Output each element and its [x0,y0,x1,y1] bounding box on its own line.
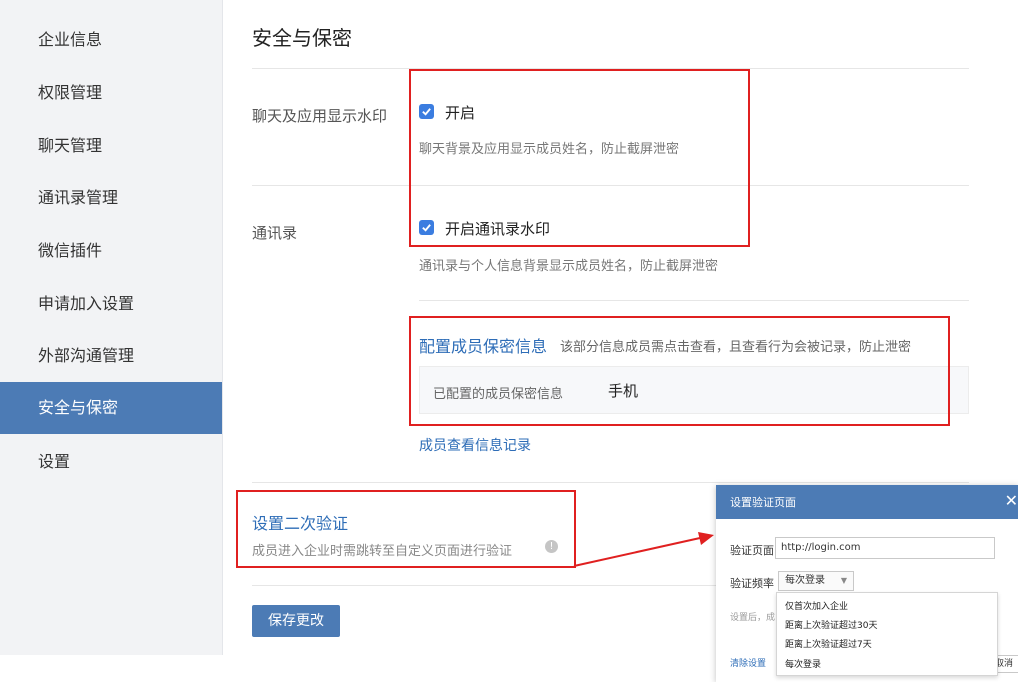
page-title: 安全与保密 [252,26,352,50]
divider [419,300,969,301]
verify-freq-dropdown: 仅首次加入企业 距离上次验证超过30天 距离上次验证超过7天 每次登录 [776,592,998,676]
highlight-box [236,490,576,568]
verify-page-input[interactable]: http://login.com [775,537,995,559]
watermark-label: 聊天及应用显示水印 [252,107,388,125]
close-icon[interactable]: ✕ [1005,491,1018,510]
sidebar-item-chat[interactable]: 聊天管理 [0,120,222,172]
sidebar-item-security[interactable]: 安全与保密 [0,382,222,434]
dropdown-option[interactable]: 距离上次验证超过30天 [785,618,877,631]
save-button[interactable]: 保存更改 [252,605,340,637]
sidebar-item-contacts[interactable]: 通讯录管理 [0,172,222,224]
verify-freq-label: 验证频率 [730,577,774,590]
cancel-button[interactable]: 取消 [996,655,1018,673]
arrow-annotation [573,532,714,567]
sidebar-item-wechat-plugin[interactable]: 微信插件 [0,225,222,277]
dialog-header: 设置验证页面 ✕ [716,485,1018,519]
verify-page-label: 验证页面 [730,544,774,557]
contacts-watermark-desc: 通讯录与个人信息背景显示成员姓名，防止截屏泄密 [419,259,719,274]
verify-freq-select[interactable]: 每次登录 ▼ [778,571,854,591]
contacts-label: 通讯录 [252,224,298,242]
dropdown-option[interactable]: 每次登录 [785,657,821,670]
sidebar-item-company-info[interactable]: 企业信息 [0,14,222,66]
dialog-note: 设置后，成 [730,613,776,623]
sidebar-item-external[interactable]: 外部沟通管理 [0,330,222,382]
dialog-title: 设置验证页面 [730,496,796,509]
highlight-box [409,69,750,247]
sidebar-item-permissions[interactable]: 权限管理 [0,67,222,119]
clear-settings-link[interactable]: 清除设置 [730,656,766,669]
chevron-down-icon: ▼ [840,576,847,585]
verify-freq-value: 每次登录 [785,575,825,586]
dropdown-option[interactable]: 距离上次验证超过7天 [785,637,872,650]
dropdown-option[interactable]: 仅首次加入企业 [785,599,848,612]
sidebar-item-join-settings[interactable]: 申请加入设置 [0,278,222,330]
highlight-box [409,316,950,426]
sidebar-item-settings[interactable]: 设置 [0,436,222,488]
divider [252,482,969,483]
sidebar: 企业信息 权限管理 聊天管理 通讯录管理 微信插件 申请加入设置 外部沟通管理 … [0,0,223,655]
member-view-log-link[interactable]: 成员查看信息记录 [419,435,531,455]
